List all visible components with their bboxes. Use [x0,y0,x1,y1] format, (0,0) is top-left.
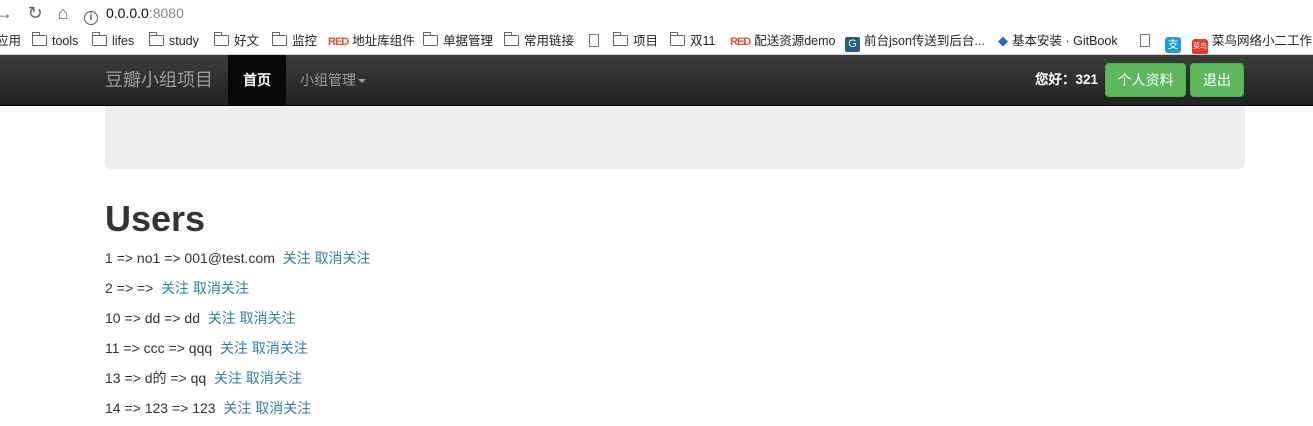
bookmark-gitbook[interactable]: ◆ 基本安装 · GitBook [998,32,1118,50]
logout-button[interactable]: 退出 [1190,63,1244,97]
bookmark-projects[interactable]: 项目 [613,32,658,50]
unfollow-link[interactable]: 取消关注 [246,370,302,386]
bookmark-good-articles[interactable]: 好文 [214,32,259,50]
address-bar[interactable]: i 0.0.0.0:8080 [84,2,184,25]
user-info: 10 => dd => dd [105,310,200,326]
bookmark-alipay[interactable]: 支 [1165,32,1181,53]
unfollow-link[interactable]: 取消关注 [255,400,311,416]
bookmark-monitor[interactable]: 监控 [272,32,317,50]
unfollow-link[interactable]: 取消关注 [240,310,296,326]
page-icon [589,34,599,47]
bookmark-cainiao[interactable]: 菜鸟菜鸟网络小二工作台 [1192,32,1313,54]
folder-icon [504,32,519,46]
brand-link[interactable]: 豆瓣小组项目 [105,55,213,105]
user-greeting: 您好：321 [1035,72,1099,87]
bookmark-tools[interactable]: tools [32,32,78,50]
cainiao-icon: 菜鸟 [1192,39,1208,54]
bookmark-document-mgmt[interactable]: 单据管理 [423,32,493,50]
folder-icon [670,32,685,46]
alipay-icon: 支 [1165,37,1181,53]
bookmark-apps[interactable]: 应用 [0,32,21,50]
user-info: 11 => ccc => qqq [105,340,213,356]
browser-toolbar: → ↻ ⌂ i 0.0.0.0:8080 [0,0,1313,27]
unfollow-link[interactable]: 取消关注 [315,250,371,266]
follow-link[interactable]: 关注 [220,340,248,356]
github-icon: G [845,37,860,52]
caret-down-icon [358,79,366,83]
list-item: 13 => d的 => qq 关注 取消关注 [105,368,302,388]
folder-icon [32,32,47,46]
follow-link[interactable]: 关注 [214,370,242,386]
user-info: 14 => 123 => 123 [105,400,216,416]
bookmark-page-2[interactable] [1140,32,1155,50]
folder-icon [149,32,164,46]
nav-group-label: 小组管理 [300,72,356,88]
unfollow-link[interactable]: 取消关注 [193,280,249,296]
page-title: Users [105,198,206,239]
bookmark-study[interactable]: study [149,32,199,50]
bookmarks-bar: 应用 tools lifes study 好文 监控 RED地址库组件 单据管理… [0,27,1313,55]
bookmark-address-lib[interactable]: RED 地址库组件 [328,32,415,50]
jumbotron-panel [105,106,1245,169]
follow-link[interactable]: 关注 [283,250,311,266]
unfollow-link[interactable]: 取消关注 [252,340,308,356]
gitbook-icon: ◆ [998,33,1008,48]
user-info: 2 => => [105,280,154,296]
bookmark-common-links[interactable]: 常用链接 [504,32,574,50]
forward-arrow-icon[interactable]: → [0,3,14,23]
bookmark-delivery-demo[interactable]: RED 配送资源demo [730,32,836,50]
info-icon[interactable]: i [84,11,98,25]
list-item: 11 => ccc => qqq 关注 取消关注 [105,338,308,358]
red-logo-icon: RED [328,36,349,48]
url-host: 0.0.0.0 [106,5,149,21]
profile-button[interactable]: 个人资料 [1105,63,1186,97]
nav-group-management-dropdown[interactable]: 小组管理 [300,55,366,105]
bookmark-lifes[interactable]: lifes [92,32,134,50]
user-info: 1 => no1 => 001@test.com [105,250,275,266]
folder-icon [214,32,229,46]
user-info: 13 => d的 => qq [105,370,207,386]
list-item: 14 => 123 => 123 关注 取消关注 [105,398,311,418]
bookmark-page[interactable] [589,32,604,50]
list-item: 10 => dd => dd 关注 取消关注 [105,308,296,328]
follow-link[interactable]: 关注 [208,310,236,326]
folder-icon [272,32,287,46]
folder-icon [92,32,107,46]
red-logo-icon: RED [730,36,751,48]
bookmark-double11[interactable]: 双11 [670,32,715,50]
follow-link[interactable]: 关注 [161,280,189,296]
bookmark-json-article[interactable]: G 前台json传送到后台... [845,32,985,52]
list-item: 1 => no1 => 001@test.com 关注 取消关注 [105,248,371,268]
list-item: 2 => => 关注 取消关注 [105,278,249,298]
home-icon[interactable]: ⌂ [53,3,73,23]
follow-link[interactable]: 关注 [223,400,251,416]
url-port: :8080 [148,5,184,21]
reload-icon[interactable]: ↻ [25,3,45,23]
app-navbar: 豆瓣小组项目 首页 小组管理 您好：321 个人资料 退出 [0,55,1313,106]
page-icon [1140,34,1150,47]
folder-icon [423,32,438,46]
folder-icon [613,32,628,46]
nav-home[interactable]: 首页 [228,55,286,105]
